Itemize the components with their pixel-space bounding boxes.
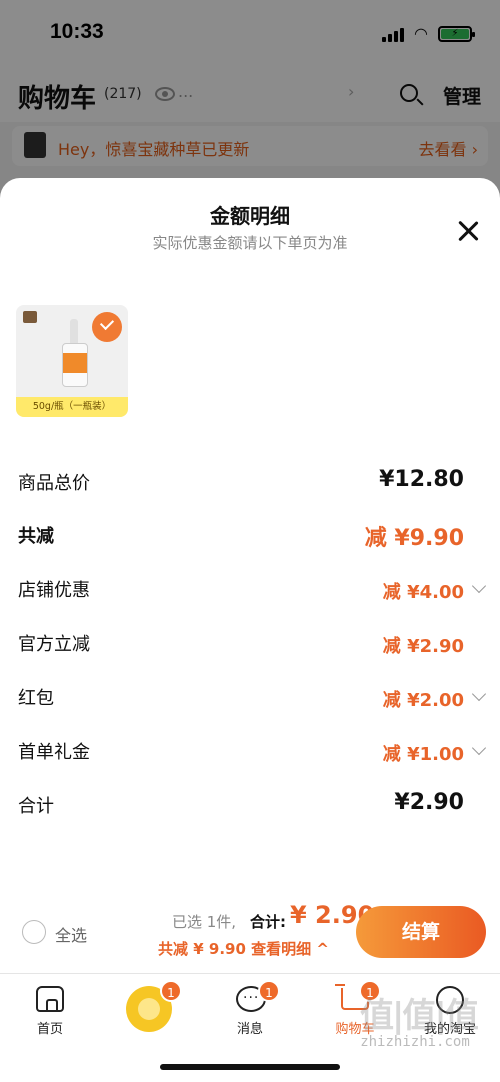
row-red-packet[interactable]: 红包 减 ¥2.00 — [0, 678, 500, 718]
row-subtotal: 商品总价 ¥12.80 — [0, 463, 500, 503]
tab-recommend[interactable]: 1 — [100, 974, 200, 1044]
view-detail-toggle[interactable]: 共减 ¥ 9.90 查看明细 ^ — [158, 938, 329, 959]
row-label: 共减 — [18, 526, 54, 547]
chevron-down-icon[interactable] — [471, 740, 487, 756]
checkmark-icon[interactable] — [92, 312, 122, 342]
home-indicator — [160, 1064, 340, 1070]
row-label: 商品总价 — [18, 473, 90, 494]
tab-label: 消息 — [236, 1022, 263, 1037]
row-value: 减 ¥2.90 — [382, 636, 464, 657]
settle-bar: 全选 已选 1件, 合计: ¥ 2.90 共减 ¥ 9.90 查看明细 ^ 结算 — [0, 893, 500, 973]
amount-detail-sheet: 金额明细 实际优惠金额请以下单页为准 50g/瓶（一瓶装） 商品总价 ¥12.8… — [0, 178, 500, 973]
row-value: ¥12.80 — [379, 467, 464, 492]
chevron-down-icon[interactable] — [471, 686, 487, 702]
row-value: 减 ¥1.00 — [382, 744, 464, 765]
row-official-discount: 官方立减 减 ¥2.90 — [0, 624, 500, 664]
close-icon[interactable] — [455, 218, 481, 244]
notification-badge: 1 — [258, 980, 280, 1002]
tab-label: 首页 — [36, 1022, 63, 1037]
product-spec-tag: 50g/瓶（一瓶装） — [16, 397, 128, 417]
row-store-discount[interactable]: 店铺优惠 减 ¥4.00 — [0, 570, 500, 610]
selected-count: 已选 1件, — [172, 913, 237, 931]
chevron-down-icon[interactable] — [471, 578, 487, 594]
bottle-image — [70, 319, 78, 345]
tab-home[interactable]: 首页 — [0, 974, 100, 1044]
row-first-order-gift[interactable]: 首单礼金 减 ¥1.00 — [0, 732, 500, 772]
row-value: 减 ¥4.00 — [382, 582, 464, 603]
row-value: 减 ¥2.00 — [382, 690, 464, 711]
notification-badge: 1 — [160, 980, 182, 1002]
row-label: 红包 — [18, 688, 54, 709]
row-value: 减 ¥9.90 — [364, 526, 464, 551]
tab-messages[interactable]: 1 消息 — [200, 974, 300, 1044]
row-label: 店铺优惠 — [18, 580, 90, 601]
select-all-label[interactable]: 全选 — [55, 922, 87, 946]
checkout-button[interactable]: 结算 — [356, 906, 486, 958]
home-icon — [36, 986, 64, 1012]
row-grand-total: 合计 ¥2.90 — [0, 786, 500, 826]
row-label: 官方立减 — [18, 634, 90, 655]
watermark-text: zhizhizhi.com — [360, 1034, 470, 1050]
select-all-radio[interactable] — [22, 920, 46, 944]
row-label: 首单礼金 — [18, 742, 90, 763]
brand-logo-icon — [23, 311, 37, 323]
watermark: 值|值|值 zhizhizhi.com — [340, 986, 490, 1056]
row-total-discount: 共减 减 ¥9.90 — [0, 516, 500, 556]
row-label: 合计 — [18, 796, 54, 817]
sheet-subtitle: 实际优惠金额请以下单页为准 — [152, 234, 348, 252]
row-value: ¥2.90 — [394, 790, 464, 815]
sheet-title: 金额明细 — [210, 204, 290, 228]
watermark-logo: 值|值|值 — [360, 996, 479, 1036]
total-label: 合计: — [250, 913, 286, 931]
